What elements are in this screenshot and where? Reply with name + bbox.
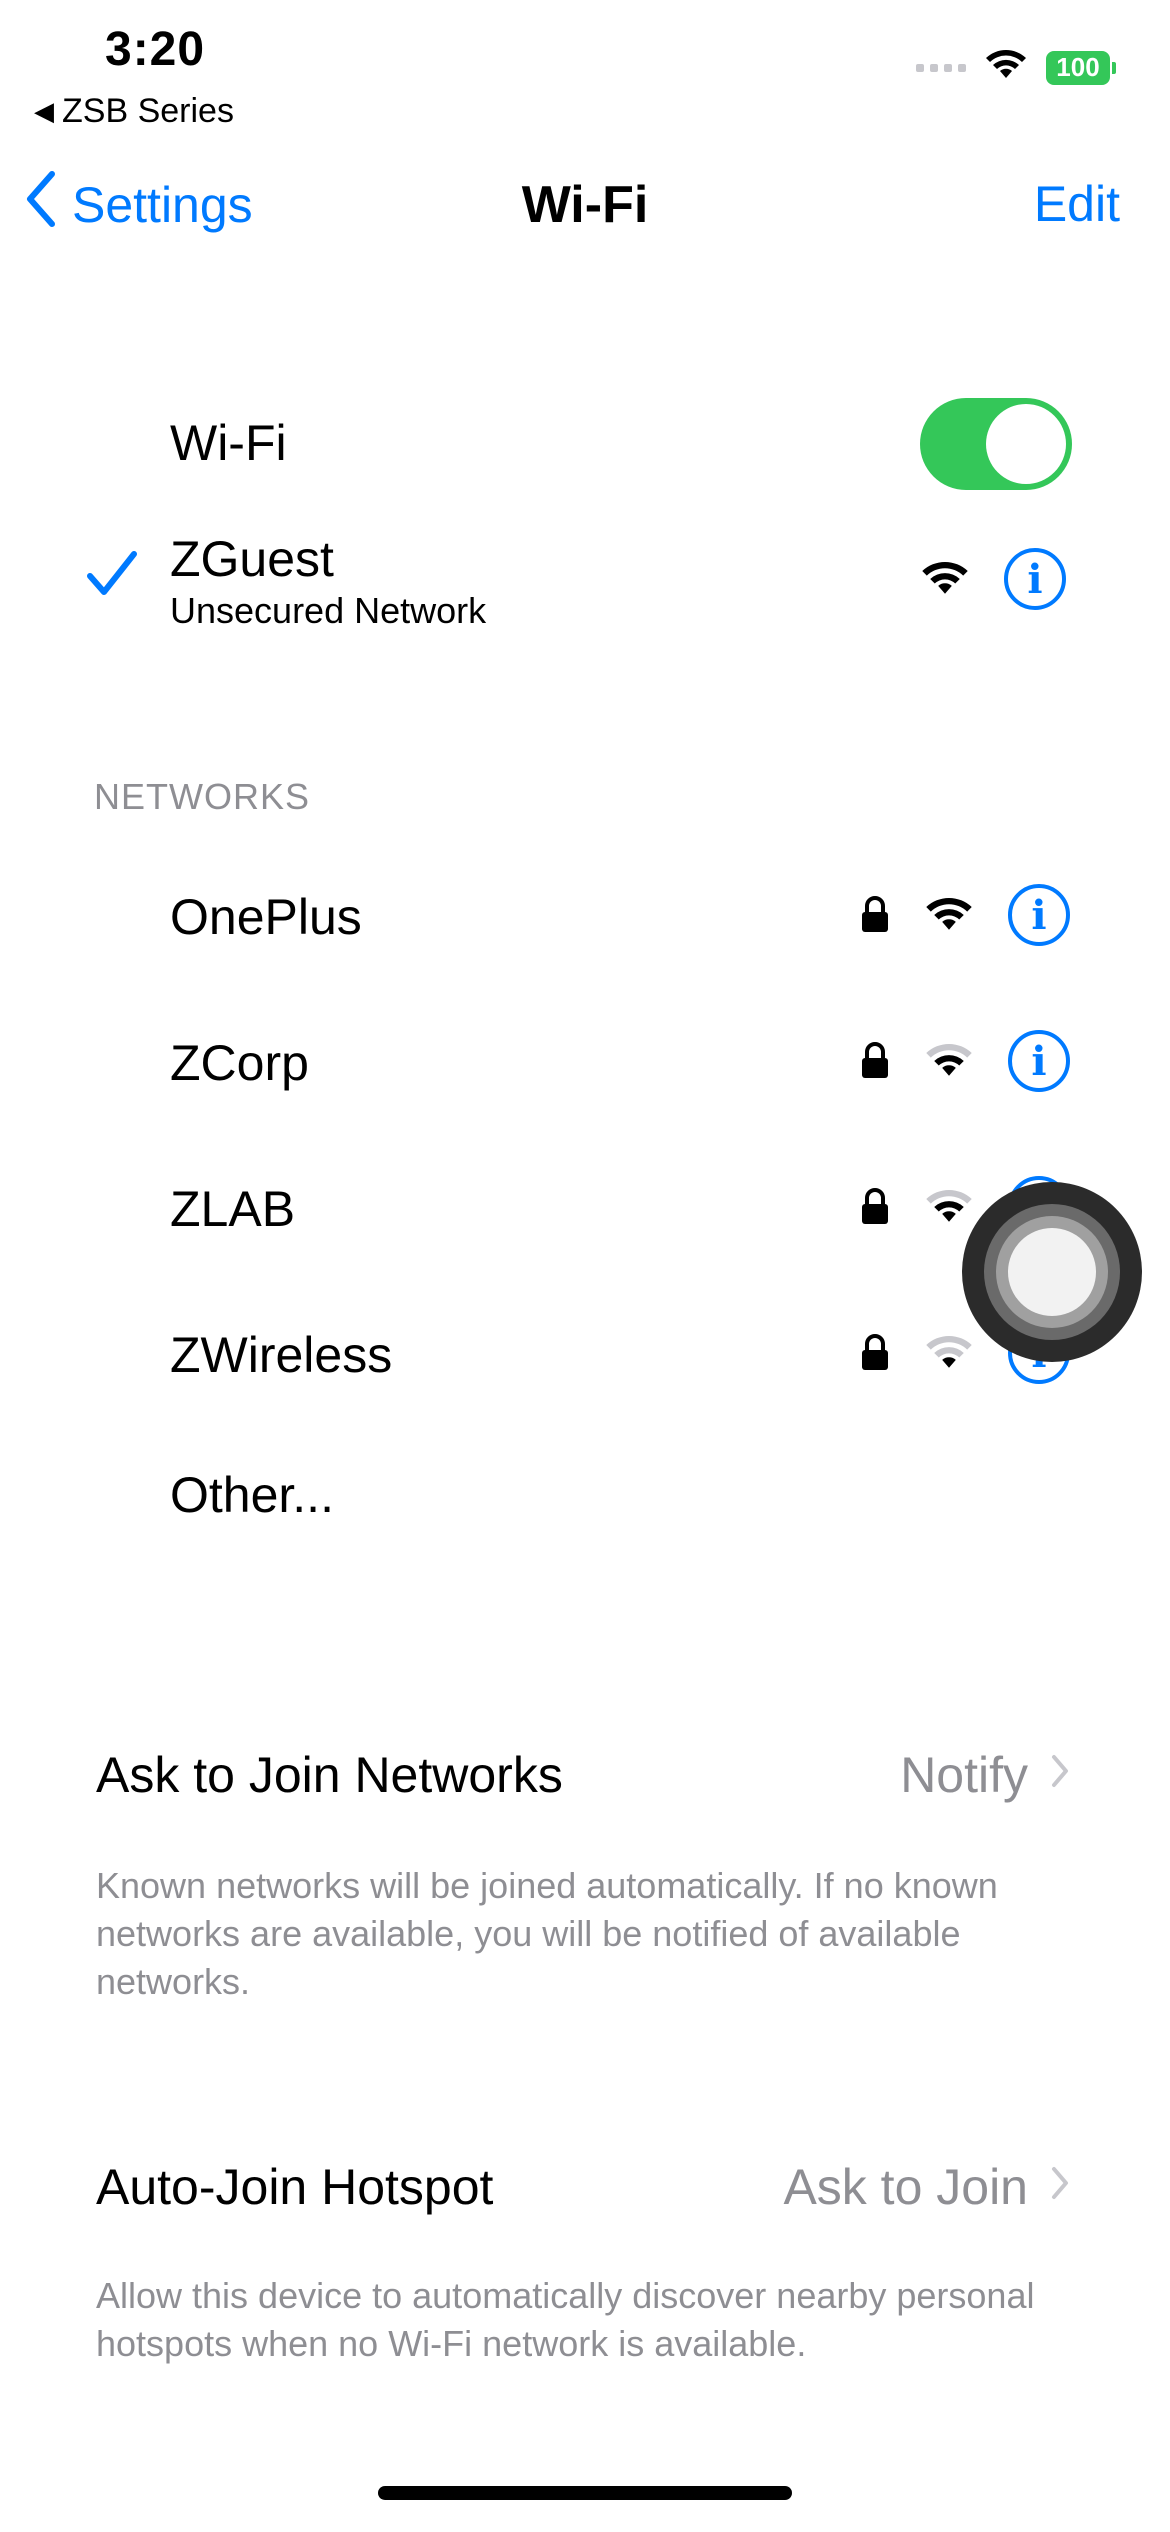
network-icons: i: [860, 884, 1070, 946]
edit-button[interactable]: Edit: [1034, 175, 1120, 233]
checkmark-icon: [86, 550, 138, 603]
network-name[interactable]: ZCorp: [170, 1034, 309, 1092]
network-name[interactable]: ZWireless: [170, 1326, 392, 1384]
connected-network-name[interactable]: ZGuest: [170, 530, 334, 588]
status-time: 3:20: [105, 23, 206, 76]
home-indicator[interactable]: [378, 2486, 792, 2500]
back-triangle-icon: ◀: [34, 96, 54, 126]
status-indicators: 100: [916, 48, 1116, 87]
auto-join-hotspot-label[interactable]: Auto-Join Hotspot: [96, 2158, 493, 2216]
wifi-toggle-switch[interactable]: [920, 398, 1072, 490]
chevron-right-icon: [1050, 2162, 1070, 2212]
network-name[interactable]: OnePlus: [170, 888, 362, 946]
page-title: Wi-Fi: [521, 176, 649, 234]
ask-to-join-value-row[interactable]: Notify: [900, 1746, 1070, 1804]
wifi-signal-icon: [924, 1187, 974, 1227]
wifi-toggle-label: Wi-Fi: [170, 415, 287, 471]
networks-section-header: NETWORKS: [94, 776, 311, 817]
ask-to-join-footnote: Known networks will be joined automatica…: [96, 1865, 998, 2002]
info-icon[interactable]: i: [1004, 548, 1066, 610]
network-icons: i: [860, 1030, 1070, 1092]
connected-network-subtitle: Unsecured Network: [170, 590, 487, 631]
cellular-signal-icon: [916, 63, 966, 72]
toggle-knob: [986, 404, 1066, 484]
back-to-app-link[interactable]: ◀ ZSB Series: [34, 92, 234, 131]
connected-network-icons: i: [920, 548, 1066, 610]
info-icon[interactable]: i: [1008, 884, 1070, 946]
lock-icon: [860, 1188, 890, 1226]
auto-join-hotspot-value: Ask to Join: [783, 2159, 1028, 2215]
battery-level: 100: [1056, 52, 1100, 82]
info-icon[interactable]: i: [1008, 1030, 1070, 1092]
assistive-touch-button[interactable]: [962, 1182, 1142, 1362]
lock-icon: [860, 1334, 890, 1372]
wifi-signal-icon: [924, 1041, 974, 1081]
wifi-signal-icon: [920, 559, 970, 599]
lock-icon: [860, 896, 890, 934]
auto-join-hotspot-footnote: Allow this device to automatically disco…: [96, 2275, 1035, 2364]
lock-icon: [860, 1042, 890, 1080]
ask-to-join-value: Notify: [900, 1747, 1028, 1803]
network-name[interactable]: ZLAB: [170, 1180, 295, 1238]
wifi-signal-icon: [924, 1333, 974, 1373]
back-app-label: ZSB Series: [62, 92, 234, 130]
ask-to-join-label[interactable]: Ask to Join Networks: [96, 1746, 563, 1804]
chevron-right-icon: [1050, 1750, 1070, 1800]
wifi-signal-icon: [924, 895, 974, 935]
auto-join-hotspot-value-row[interactable]: Ask to Join: [783, 2158, 1070, 2216]
wifi-status-icon: [984, 48, 1028, 87]
battery-icon: 100: [1046, 50, 1116, 85]
other-network-button[interactable]: Other...: [170, 1466, 334, 1524]
